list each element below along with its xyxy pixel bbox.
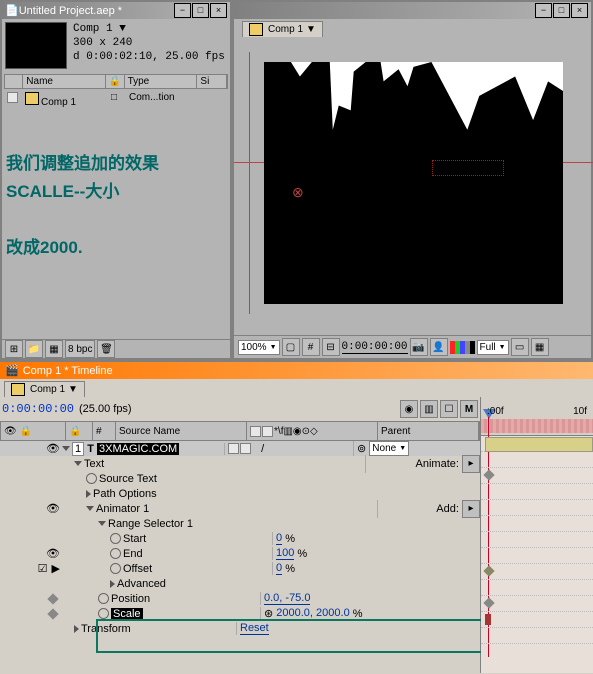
name-col: Name bbox=[23, 75, 105, 88]
scale-value[interactable]: 2000.0, 2000.0 bbox=[276, 607, 349, 620]
comp-preview[interactable]: ⊗ bbox=[264, 62, 563, 304]
zoom-dropdown[interactable]: 100% bbox=[238, 340, 280, 355]
comp-footer: 100% ▢ # ⊟ 0:00:00:00 📷 👤 Full ▭ ▦ bbox=[234, 335, 591, 358]
project-footer: ⊞ 📁 ▦ 8 bpc 🗑 bbox=[2, 339, 230, 358]
grid-icon[interactable]: # bbox=[302, 338, 320, 356]
comp-icon[interactable]: ▦ bbox=[45, 340, 63, 358]
prop-text: Text bbox=[84, 458, 104, 470]
safezone-icon[interactable]: ▢ bbox=[282, 338, 300, 356]
stopwatch-icon[interactable] bbox=[86, 473, 97, 484]
close-button[interactable]: × bbox=[210, 3, 227, 18]
prop-sourcetext: Source Text bbox=[99, 473, 157, 485]
project-title: Untitled Project.aep * bbox=[19, 5, 122, 17]
channel-strip[interactable] bbox=[450, 341, 475, 354]
prop-start: Start bbox=[123, 533, 146, 545]
project-iteminfo: Comp 1 ▼ 300 x 240 d 0:00:02:10, 25.00 f… bbox=[73, 22, 225, 64]
anchor-icon: ⊗ bbox=[292, 184, 304, 201]
bpc-button[interactable]: 8 bpc bbox=[65, 340, 95, 358]
folder-icon[interactable]: 📁 bbox=[25, 340, 43, 358]
prop-scale: Scale bbox=[111, 608, 143, 620]
roi-icon[interactable]: ▭ bbox=[511, 338, 529, 356]
frameblend-icon[interactable]: ▥ bbox=[420, 400, 438, 418]
keyframe[interactable] bbox=[483, 469, 494, 480]
keyframe[interactable] bbox=[483, 597, 494, 608]
property-tree[interactable]: 👁 1 T 3XMAGIC.COM / ⊚ None TextAnimate: … bbox=[0, 441, 480, 636]
project-panel: 📄Untitled Project.aep * − □ × Comp 1 ▼ 3… bbox=[0, 0, 232, 360]
timeline-title[interactable]: 🎬Comp 1 * Timeline bbox=[0, 362, 593, 379]
shyhide-icon[interactable]: M bbox=[460, 400, 478, 418]
resolution-dropdown[interactable]: Full bbox=[477, 340, 509, 355]
keyframe[interactable] bbox=[483, 565, 494, 576]
timeline-tab[interactable]: Comp 1 ▼ bbox=[4, 381, 85, 397]
mask-icon[interactable]: ⊟ bbox=[322, 338, 340, 356]
time-ruler[interactable]: :00f 10f bbox=[481, 397, 593, 436]
add-button[interactable]: Add: bbox=[436, 503, 459, 515]
timecode[interactable]: 0:00:00:00 bbox=[2, 402, 74, 416]
show-snapshot-icon[interactable]: 👤 bbox=[430, 338, 448, 356]
flowchart-icon[interactable]: ⊞ bbox=[5, 340, 23, 358]
project-item[interactable]: Comp 1 □ Com...tion bbox=[4, 91, 228, 109]
size-col: Si bbox=[197, 75, 227, 88]
project-cols[interactable]: Name 🔒 Type Si bbox=[4, 74, 228, 89]
maximize-button[interactable]: □ bbox=[192, 3, 209, 18]
timeline-cols[interactable]: 👁 🔒 🔒 # Source Name *\f▥◉⊙◇ Parent bbox=[0, 421, 480, 441]
keyframe-scale[interactable] bbox=[485, 614, 491, 625]
project-thumbnail bbox=[5, 22, 67, 69]
3d-icon[interactable]: ☐ bbox=[440, 400, 458, 418]
layer-name: 3XMAGIC.COM bbox=[97, 443, 179, 455]
animate-button[interactable]: Animate: bbox=[416, 458, 459, 470]
parent-col: Parent bbox=[378, 422, 479, 440]
prop-position: Position bbox=[111, 593, 150, 605]
close-button[interactable]: × bbox=[571, 3, 588, 18]
prop-end: End bbox=[123, 548, 143, 560]
prop-pathoptions: Path Options bbox=[93, 488, 157, 500]
prop-rangesel: Range Selector 1 bbox=[108, 518, 193, 530]
trash-icon[interactable]: 🗑 bbox=[97, 340, 115, 358]
timeline-panel: 🎬Comp 1 * Timeline Comp 1 ▼ 0:00:00:00 (… bbox=[0, 360, 593, 674]
reset-button[interactable]: Reset bbox=[240, 622, 269, 635]
comp-panel: − □ × Comp 1 ▼ ⊗ 100% ▢ # ⊟ 0:00:00:00 📷… bbox=[232, 0, 593, 360]
fps-label: (25.00 fps) bbox=[79, 403, 132, 415]
motionblur-icon[interactable]: ◉ bbox=[400, 400, 418, 418]
prop-transform: Transform bbox=[81, 623, 131, 635]
maximize-button[interactable]: □ bbox=[553, 3, 570, 18]
comp-time[interactable]: 0:00:00:00 bbox=[342, 341, 408, 354]
minimize-button[interactable]: − bbox=[174, 3, 191, 18]
comp-tab[interactable]: Comp 1 ▼ bbox=[242, 21, 323, 37]
comp-titlebar[interactable]: − □ × bbox=[234, 2, 591, 19]
timeline-tracks[interactable]: :00f 10f bbox=[481, 397, 593, 673]
transp-icon[interactable]: ▦ bbox=[531, 338, 549, 356]
sourcename-col: Source Name bbox=[116, 422, 247, 440]
minimize-button[interactable]: − bbox=[535, 3, 552, 18]
prop-offset: Offset bbox=[123, 563, 152, 575]
project-titlebar[interactable]: 📄Untitled Project.aep * − □ × bbox=[2, 2, 230, 19]
annotation-overlay: 我们调整追加的效果 SCALLE--大小 改成2000. bbox=[6, 150, 159, 262]
snapshot-icon[interactable]: 📷 bbox=[410, 338, 428, 356]
prop-advanced: Advanced bbox=[117, 578, 166, 590]
prop-animator: Animator 1 bbox=[96, 503, 149, 515]
type-col: Type bbox=[125, 75, 198, 88]
